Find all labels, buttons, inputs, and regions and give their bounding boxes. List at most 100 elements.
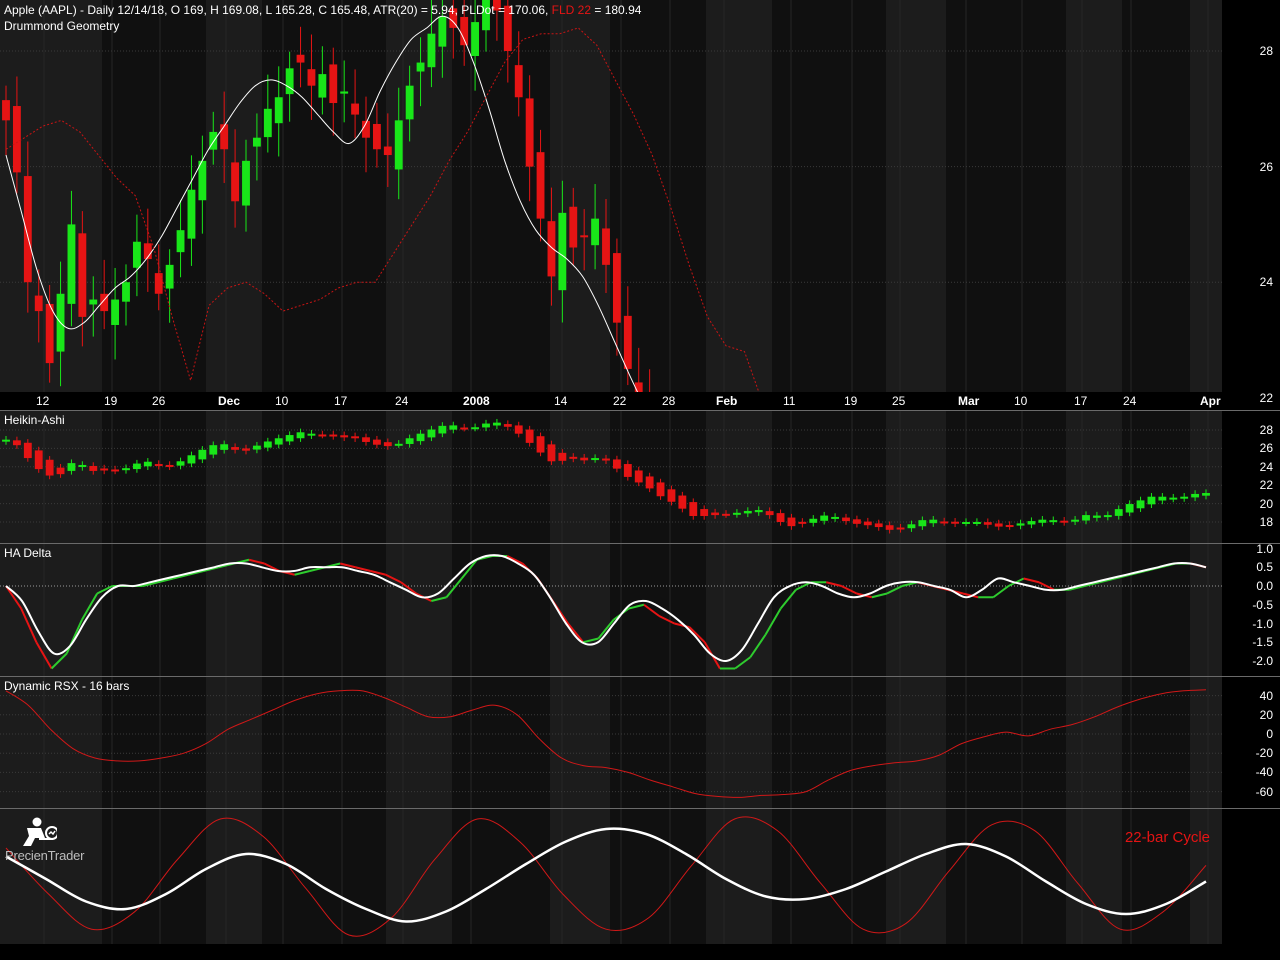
x-tick-label: 17 (334, 394, 348, 408)
time-band (1066, 411, 1122, 543)
x-tick-label: 10 (1014, 394, 1028, 408)
x-tick-label: 11 (783, 394, 796, 408)
ha-body (972, 522, 981, 524)
candle-body (34, 295, 43, 312)
y-tick-label: 24 (1259, 275, 1273, 290)
ha-body (580, 457, 589, 461)
time-band (386, 809, 452, 944)
time-band (550, 411, 610, 543)
candle-body (12, 106, 21, 173)
ha-body (176, 461, 185, 466)
heikin-ashi-y-axis: 28 26 24 22 20 18 (1222, 411, 1280, 543)
ha-body (711, 512, 720, 516)
x-tick-label: 10 (275, 394, 289, 408)
time-band (386, 544, 452, 676)
ha-body (165, 464, 174, 467)
x-tick-label: 19 (104, 394, 118, 408)
ha-delta-segment (628, 603, 645, 610)
ha-body (602, 458, 610, 461)
candle-body (351, 103, 360, 115)
ha-body (787, 517, 796, 527)
ha-body (1169, 497, 1178, 500)
ha-body (23, 442, 32, 459)
ha-body (514, 425, 523, 434)
ha-body (874, 523, 883, 528)
ha-body (558, 452, 567, 461)
ha-delta-segment (1023, 577, 1040, 584)
y-tick-label: 26 (1259, 159, 1273, 174)
ha-body (569, 456, 578, 459)
candle-body (438, 16, 447, 47)
time-band (886, 809, 946, 944)
candle-body (274, 97, 283, 124)
candle-body (252, 137, 261, 147)
candle-body (198, 160, 207, 201)
candle-body (547, 221, 556, 277)
time-band (550, 677, 610, 808)
ha-delta-panel: HA Delta (0, 544, 1222, 676)
ha-body (471, 427, 480, 430)
candle-body (318, 74, 327, 98)
ha-body (623, 464, 632, 477)
time-band (706, 809, 772, 944)
ha-body (89, 465, 98, 471)
rsx-y-axis: 40 20 0 -20 -40 -60 (1222, 677, 1280, 808)
candle-body (372, 123, 381, 150)
heikin-ashi-label: Heikin-Ashi (4, 413, 65, 427)
x-tick-label: 14 (554, 394, 568, 408)
ha-body (56, 467, 65, 475)
trader-figure-icon (23, 817, 59, 846)
ha-body (198, 449, 207, 460)
ha-body (394, 443, 403, 446)
candle-body (67, 224, 76, 304)
time-band (206, 677, 262, 808)
ha-body (1049, 520, 1058, 523)
time-band (706, 411, 772, 543)
header-fld-label: FLD 22 (551, 3, 592, 17)
ha-delta-label: HA Delta (4, 546, 52, 560)
ha-body (1103, 515, 1112, 518)
ha-body (525, 429, 534, 443)
candle-body (383, 146, 392, 156)
ha-body (143, 461, 152, 467)
price-panel: Apple (AAPL) - Daily 12/14/18, O 169, H … (0, 0, 1222, 392)
ha-body (722, 513, 730, 516)
candle-body (525, 98, 534, 167)
x-tick-label: 17 (1074, 394, 1088, 408)
y-tick-label: -1.0 (1252, 616, 1273, 631)
ha-body (634, 470, 643, 483)
ha-body (67, 463, 76, 471)
date-axis[interactable]: 12 19 26 Dec 10 17 24 2008 14 22 28 Feb 11 19 25 Mar 10 1… (0, 392, 1222, 410)
ha-body (940, 521, 949, 524)
ha-body (536, 436, 545, 453)
ha-body (12, 440, 21, 446)
ha-body (863, 521, 872, 526)
candle-body (514, 65, 523, 98)
ha-body (1027, 521, 1036, 525)
candle-body (154, 273, 163, 294)
header-fld-value: = 180.94 (591, 3, 642, 17)
ha-body (678, 495, 687, 509)
y-tick-label: 0 (1266, 727, 1273, 741)
candle-body (634, 382, 643, 392)
ha-delta-segment (779, 589, 797, 610)
ha-body (612, 459, 621, 469)
ha-body (122, 468, 130, 471)
candle-body (307, 69, 316, 86)
logo-text: PrecienTrader (5, 848, 85, 863)
ha-body (700, 509, 709, 517)
x-tick-label: 22 (613, 394, 627, 408)
ha-body (831, 516, 840, 519)
ha-body (1180, 496, 1189, 499)
ha-body (1092, 515, 1101, 518)
candle-body (623, 315, 632, 369)
candle-body (242, 160, 250, 206)
rsx-chart (0, 677, 1222, 808)
cycle-chart (0, 809, 1222, 944)
ha-body (351, 436, 360, 439)
x-tick-label: Feb (716, 394, 738, 408)
x-tick-label: 26 (152, 394, 166, 408)
y-tick-label: 20 (1259, 707, 1273, 722)
y-tick-label: 28 (1259, 44, 1273, 58)
candle-body (132, 241, 141, 268)
